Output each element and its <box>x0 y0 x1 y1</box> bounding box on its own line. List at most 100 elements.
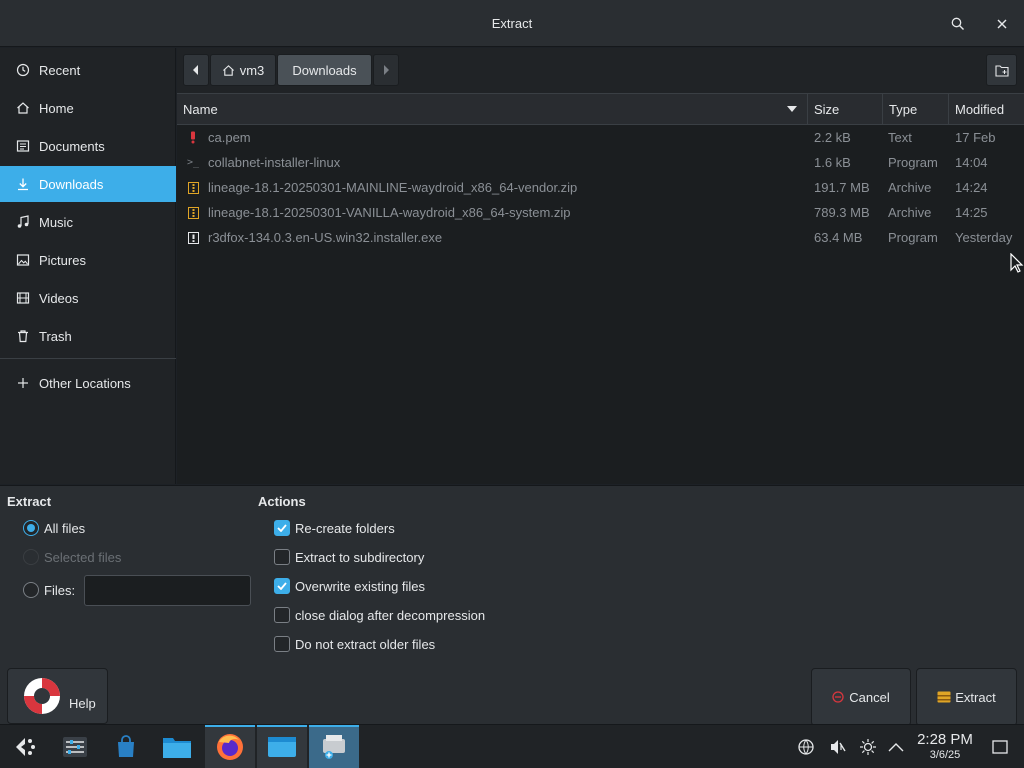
files-pattern-input[interactable] <box>84 575 251 606</box>
do-not-extract-older-checkbox[interactable]: Do not extract older files <box>274 634 435 654</box>
file-row[interactable]: lineage-18.1-20250301-MAINLINE-waydroid_… <box>177 175 1024 200</box>
file-row[interactable]: r3dfox-134.0.3.en-US.win32.installer.exe… <box>177 225 1024 250</box>
sidebar-item-music[interactable]: Music <box>0 204 176 240</box>
file-type: Archive <box>888 205 932 220</box>
checkbox-indicator <box>274 607 290 623</box>
checkbox-label: close dialog after decompression <box>295 607 486 623</box>
sidebar-item-documents[interactable]: Documents <box>0 128 176 164</box>
sidebar-item-label: Downloads <box>39 176 104 192</box>
brightness-tray-button[interactable] <box>858 737 878 757</box>
discover-store-app[interactable] <box>101 725 151 768</box>
file-size: 1.6 kB <box>814 155 851 170</box>
clock-date: 3/6/25 <box>929 749 961 761</box>
breadcrumb-vm3[interactable]: vm3 <box>210 54 276 86</box>
search-button[interactable] <box>946 12 970 36</box>
file-modified: 17 Feb <box>955 130 996 145</box>
new-folder-icon <box>994 64 1009 77</box>
executable-icon <box>187 231 199 244</box>
file-row[interactable]: ca.pem 2.2 kB Text 17 Feb <box>177 125 1024 150</box>
cancel-icon <box>832 691 844 703</box>
path-back-button[interactable] <box>183 54 209 86</box>
checkbox-indicator <box>274 549 290 565</box>
checkbox-label: Overwrite existing files <box>295 578 426 594</box>
dolphin-window-app[interactable] <box>257 725 307 768</box>
column-label: Type <box>889 102 918 117</box>
file-modified: Yesterday <box>955 230 1013 245</box>
column-header-type[interactable]: Type <box>882 94 948 125</box>
checkbox-indicator <box>274 520 290 536</box>
chevron-left-icon <box>193 65 198 75</box>
extract-to-subdirectory-checkbox[interactable]: Extract to subdirectory <box>274 547 424 567</box>
breadcrumb-label: vm3 <box>239 62 265 78</box>
recreate-folders-checkbox[interactable]: Re-create folders <box>274 518 395 538</box>
window-title: Extract <box>491 16 533 31</box>
checkbox-indicator <box>274 578 290 594</box>
tray-expander-button[interactable] <box>886 737 906 757</box>
picture-icon <box>16 253 30 267</box>
breadcrumb-label: Downloads <box>292 62 357 78</box>
document-icon <box>16 139 30 153</box>
archive-icon <box>187 181 199 194</box>
home-icon <box>16 101 30 115</box>
sidebar-item-label: Documents <box>39 138 105 154</box>
file-type: Archive <box>888 180 932 195</box>
cancel-button[interactable]: Cancel <box>811 668 911 726</box>
sidebar-item-recent[interactable]: Recent <box>0 52 176 88</box>
file-type: Text <box>888 130 912 145</box>
application-launcher-button[interactable] <box>0 725 50 768</box>
file-size: 2.2 kB <box>814 130 851 145</box>
terminal-icon: >_ <box>186 157 200 168</box>
chevron-right-icon <box>384 65 389 75</box>
new-folder-button[interactable] <box>986 54 1017 86</box>
checkbox-label: Re-create folders <box>295 520 395 536</box>
column-header-size[interactable]: Size <box>807 94 882 125</box>
volume-tray-button[interactable] <box>828 737 848 757</box>
show-desktop-button[interactable] <box>990 737 1010 757</box>
file-row[interactable]: lineage-18.1-20250301-VANILLA-waydroid_x… <box>177 200 1024 225</box>
column-header-modified[interactable]: Modified <box>948 94 1024 125</box>
file-manager-app[interactable] <box>152 725 202 768</box>
sidebar-item-label: Pictures <box>39 252 86 268</box>
archive-extract-icon <box>937 691 951 703</box>
plus-icon <box>16 376 30 390</box>
files-radio[interactable]: Files: <box>23 580 75 600</box>
sidebar-item-pictures[interactable]: Pictures <box>0 242 176 278</box>
file-row[interactable]: >_ collabnet-installer-linux 1.6 kB Prog… <box>177 150 1024 175</box>
sidebar-item-other-locations[interactable]: Other Locations <box>0 365 176 401</box>
close-dialog-checkbox[interactable]: close dialog after decompression <box>274 605 485 625</box>
digital-clock[interactable]: 2:28 PM 3/6/25 <box>908 731 982 761</box>
taskbar: 2:28 PM 3/6/25 <box>0 724 1024 768</box>
path-forward-button[interactable] <box>373 54 399 86</box>
store-bag-icon <box>118 735 134 757</box>
overwrite-existing-checkbox[interactable]: Overwrite existing files <box>274 576 425 596</box>
sidebar-item-downloads[interactable]: Downloads <box>0 166 176 202</box>
ark-archiver-app[interactable] <box>309 725 359 768</box>
breadcrumb-downloads[interactable]: Downloads <box>277 54 372 86</box>
file-modified: 14:04 <box>955 155 988 170</box>
file-type: Program <box>888 155 938 170</box>
radio-label: Selected files <box>44 549 122 565</box>
all-files-radio[interactable]: All files <box>23 518 85 538</box>
brightness-icon <box>860 739 876 755</box>
file-name: lineage-18.1-20250301-MAINLINE-waydroid_… <box>208 180 578 195</box>
sidebar-item-videos[interactable]: Videos <box>0 280 176 316</box>
folder-icon <box>163 738 191 758</box>
button-label: Cancel <box>849 689 890 705</box>
radio-label: All files <box>44 520 86 536</box>
places-sidebar: Recent Home Documents Downloads Music Pi… <box>0 48 176 484</box>
firefox-app[interactable] <box>205 725 255 768</box>
network-tray-button[interactable] <box>796 737 816 757</box>
column-header-name[interactable]: Name <box>177 94 807 125</box>
radio-indicator <box>23 520 39 536</box>
system-settings-app[interactable] <box>50 725 100 768</box>
close-button[interactable] <box>990 12 1014 36</box>
file-list: Name Size Type Modified ca.pem 2.2 kB Te… <box>177 93 1024 484</box>
help-button[interactable]: Help <box>7 668 108 724</box>
button-label: Extract <box>955 689 996 705</box>
sidebar-item-home[interactable]: Home <box>0 90 176 126</box>
download-icon <box>16 177 30 191</box>
checkbox-label: Do not extract older files <box>295 636 436 652</box>
extract-button[interactable]: Extract <box>916 668 1017 726</box>
sidebar-item-trash[interactable]: Trash <box>0 318 176 354</box>
video-icon <box>16 291 30 305</box>
